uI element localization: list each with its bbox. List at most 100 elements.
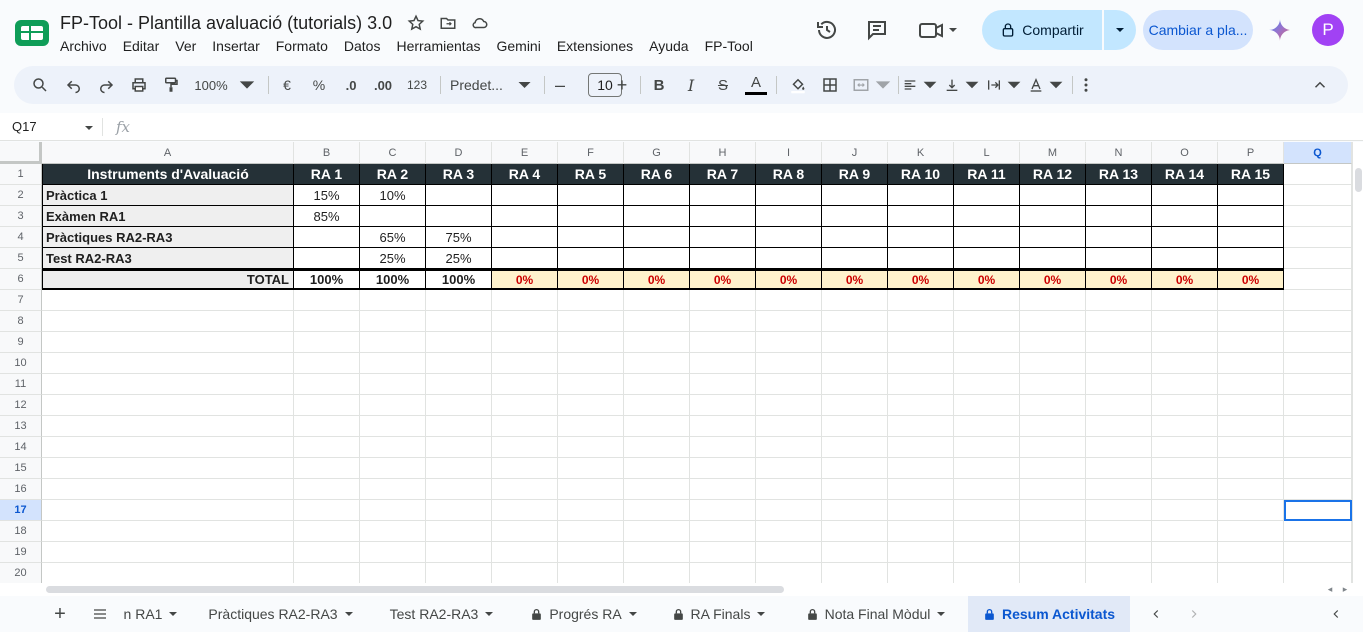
sheets-logo-icon[interactable] bbox=[15, 20, 49, 46]
empty-cell[interactable] bbox=[1218, 290, 1284, 311]
weight-cell[interactable] bbox=[888, 248, 954, 269]
weight-cell[interactable] bbox=[690, 248, 756, 269]
empty-cell[interactable] bbox=[1218, 563, 1284, 583]
empty-cell[interactable] bbox=[756, 542, 822, 563]
weight-cell[interactable]: 85% bbox=[294, 206, 360, 227]
weight-cell[interactable] bbox=[954, 248, 1020, 269]
empty-cell[interactable] bbox=[426, 437, 492, 458]
empty-cell[interactable] bbox=[42, 458, 294, 479]
empty-cell[interactable] bbox=[954, 500, 1020, 521]
empty-cell[interactable] bbox=[558, 374, 624, 395]
row-header[interactable]: 1 bbox=[0, 164, 42, 185]
empty-cell[interactable] bbox=[360, 479, 426, 500]
empty-cell[interactable] bbox=[1020, 542, 1086, 563]
column-header-o[interactable]: O bbox=[1152, 142, 1218, 164]
empty-cell[interactable] bbox=[1152, 332, 1218, 353]
empty-cell[interactable] bbox=[1152, 458, 1218, 479]
empty-cell[interactable] bbox=[1218, 353, 1284, 374]
empty-cell[interactable] bbox=[42, 353, 294, 374]
empty-cell[interactable] bbox=[492, 395, 558, 416]
change-plan-button[interactable]: Cambiar a pla... bbox=[1143, 10, 1253, 50]
undo-button[interactable] bbox=[62, 66, 86, 104]
empty-cell[interactable] bbox=[888, 479, 954, 500]
empty-cell[interactable] bbox=[294, 290, 360, 311]
row-header[interactable]: 19 bbox=[0, 542, 42, 563]
vertical-scrollbar[interactable] bbox=[1352, 142, 1363, 583]
header-cell-ra[interactable]: RA 7 bbox=[690, 164, 756, 185]
empty-cell[interactable] bbox=[42, 311, 294, 332]
total-cell-empty[interactable]: 0% bbox=[492, 269, 558, 290]
empty-cell[interactable] bbox=[42, 416, 294, 437]
scroll-right-arrow[interactable]: ▸ bbox=[1339, 584, 1351, 595]
empty-cell[interactable] bbox=[1152, 437, 1218, 458]
weight-cell[interactable] bbox=[1086, 206, 1152, 227]
menu-formato[interactable]: Formato bbox=[276, 38, 336, 54]
header-cell-ra[interactable]: RA 2 bbox=[360, 164, 426, 185]
empty-cell[interactable] bbox=[822, 521, 888, 542]
empty-cell[interactable] bbox=[1086, 458, 1152, 479]
decrease-font-size-button[interactable]: – bbox=[550, 66, 570, 104]
empty-cell[interactable] bbox=[1086, 374, 1152, 395]
empty-cell[interactable] bbox=[756, 416, 822, 437]
vertical-align-button[interactable] bbox=[944, 66, 980, 104]
empty-cell[interactable] bbox=[624, 542, 690, 563]
merge-cells-button[interactable] bbox=[852, 66, 892, 104]
menu-herramientas[interactable]: Herramientas bbox=[396, 38, 488, 54]
empty-cell[interactable] bbox=[954, 395, 1020, 416]
column-header-f[interactable]: F bbox=[558, 142, 624, 164]
weight-cell[interactable] bbox=[822, 227, 888, 248]
redo-button[interactable] bbox=[94, 66, 118, 104]
empty-cell[interactable] bbox=[558, 500, 624, 521]
empty-cell[interactable] bbox=[360, 416, 426, 437]
empty-cell[interactable] bbox=[42, 395, 294, 416]
empty-cell[interactable] bbox=[690, 479, 756, 500]
empty-cell[interactable] bbox=[426, 374, 492, 395]
empty-cell[interactable] bbox=[1284, 542, 1352, 563]
empty-cell[interactable] bbox=[954, 332, 1020, 353]
empty-cell[interactable] bbox=[294, 500, 360, 521]
empty-cell[interactable] bbox=[1020, 437, 1086, 458]
more-options-button[interactable] bbox=[1076, 66, 1096, 104]
print-button[interactable] bbox=[127, 66, 151, 104]
empty-cell[interactable] bbox=[1218, 395, 1284, 416]
total-cell-empty[interactable]: 0% bbox=[558, 269, 624, 290]
empty-cell[interactable] bbox=[360, 458, 426, 479]
empty-cell[interactable] bbox=[954, 542, 1020, 563]
empty-cell[interactable] bbox=[426, 311, 492, 332]
empty-cell[interactable] bbox=[558, 353, 624, 374]
header-cell-ra[interactable]: RA 9 bbox=[822, 164, 888, 185]
weight-cell[interactable]: 25% bbox=[360, 248, 426, 269]
empty-cell[interactable] bbox=[294, 374, 360, 395]
fill-color-button[interactable] bbox=[786, 66, 810, 104]
add-sheet-button[interactable]: + bbox=[48, 596, 72, 632]
sheet-tab[interactable]: Nota Final Mòdul bbox=[790, 596, 962, 632]
empty-cell[interactable] bbox=[426, 395, 492, 416]
empty-cell[interactable] bbox=[624, 311, 690, 332]
empty-cell[interactable] bbox=[822, 500, 888, 521]
weight-cell[interactable] bbox=[492, 185, 558, 206]
weight-cell[interactable] bbox=[954, 227, 1020, 248]
empty-cell[interactable] bbox=[954, 311, 1020, 332]
account-avatar[interactable]: P bbox=[1312, 14, 1344, 46]
total-cell-empty[interactable]: 0% bbox=[888, 269, 954, 290]
empty-cell[interactable] bbox=[954, 290, 1020, 311]
menu-archivo[interactable]: Archivo bbox=[60, 38, 115, 54]
weight-cell[interactable] bbox=[1152, 206, 1218, 227]
empty-cell[interactable] bbox=[558, 395, 624, 416]
empty-cell[interactable] bbox=[1152, 311, 1218, 332]
instrument-name-cell[interactable]: Pràctiques RA2-RA3 bbox=[42, 227, 294, 248]
menu-fp-tool[interactable]: FP-Tool bbox=[705, 38, 761, 54]
search-menus-button[interactable] bbox=[28, 66, 52, 104]
empty-cell[interactable] bbox=[690, 500, 756, 521]
empty-cell[interactable] bbox=[888, 311, 954, 332]
empty-cell[interactable] bbox=[756, 290, 822, 311]
sheet-tab[interactable]: n RA1 bbox=[120, 596, 182, 632]
gemini-icon[interactable] bbox=[1268, 18, 1292, 42]
empty-cell[interactable] bbox=[426, 458, 492, 479]
font-family-select[interactable]: Predet... bbox=[450, 66, 532, 104]
empty-cell[interactable] bbox=[558, 437, 624, 458]
empty-cell[interactable] bbox=[822, 458, 888, 479]
empty-cell[interactable] bbox=[1020, 479, 1086, 500]
empty-cell[interactable] bbox=[42, 332, 294, 353]
empty-cell[interactable] bbox=[1284, 563, 1352, 583]
